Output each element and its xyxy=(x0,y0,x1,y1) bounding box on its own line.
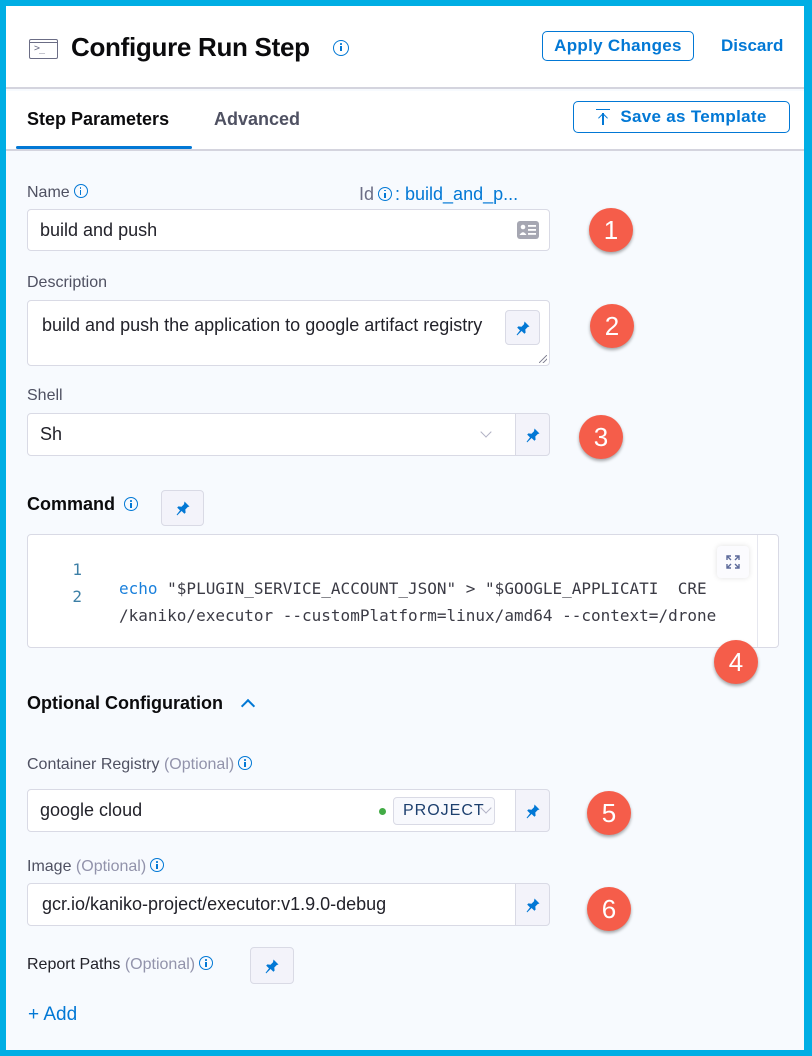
container-registry-info-icon[interactable] xyxy=(238,756,253,771)
expand-icon xyxy=(726,555,740,569)
command-label-row: Command xyxy=(27,494,139,515)
code-text: "$PLUGIN_SERVICE_ACCOUNT_JSON" > "$GOOGL… xyxy=(157,579,707,598)
active-tab-indicator xyxy=(16,146,192,149)
tab-step-parameters[interactable]: Step Parameters xyxy=(27,109,169,130)
container-registry-value: google cloud xyxy=(40,800,143,820)
command-code-editor[interactable]: 1 echo "$PLUGIN_SERVICE_ACCOUNT_JSON" > … xyxy=(27,534,779,648)
command-info-icon[interactable] xyxy=(124,497,139,512)
image-info-icon[interactable] xyxy=(150,858,165,873)
configure-run-step-panel: >_ Configure Run Step Apply Changes Disc… xyxy=(6,6,804,1050)
description-pin-button[interactable] xyxy=(505,310,540,345)
optional-hint: (Optional) xyxy=(124,956,196,973)
report-paths-info-icon[interactable] xyxy=(199,956,214,971)
report-paths-label-row: Report Paths (Optional) xyxy=(27,956,214,974)
shell-pin-button[interactable] xyxy=(515,413,550,456)
description-textarea[interactable]: build and push the application to google… xyxy=(27,300,550,366)
discard-button[interactable]: Discard xyxy=(721,36,783,56)
terminal-icon: >_ xyxy=(29,39,58,59)
shell-label: Shell xyxy=(27,387,63,404)
upload-icon xyxy=(596,109,611,125)
chevron-up-icon xyxy=(240,699,256,714)
id-row: Id : build_and_p... xyxy=(359,184,518,205)
add-report-path-link[interactable]: + Add xyxy=(28,1004,77,1026)
container-registry-pin-button[interactable] xyxy=(515,789,550,832)
line-number: 2 xyxy=(72,587,82,606)
image-value: gcr.io/kaniko-project/executor:v1.9.0-de… xyxy=(42,894,387,914)
image-pin-button[interactable] xyxy=(515,883,550,926)
image-label: Image xyxy=(27,858,72,875)
resize-handle[interactable] xyxy=(539,355,547,363)
tab-advanced[interactable]: Advanced xyxy=(214,109,300,130)
code-scrollbar[interactable] xyxy=(757,535,758,647)
container-registry-label: Container Registry xyxy=(27,756,160,773)
command-label: Command xyxy=(27,494,116,514)
id-card-icon[interactable] xyxy=(517,221,539,239)
name-label-row: Name xyxy=(27,184,88,202)
description-value: build and push the application to google… xyxy=(42,315,483,335)
code-text: /kaniko/executor --customPlatform=linux/… xyxy=(119,606,717,625)
image-input[interactable]: gcr.io/kaniko-project/executor:v1.9.0-de… xyxy=(27,883,516,926)
code-keyword: echo xyxy=(119,579,158,598)
id-label: Id xyxy=(359,184,375,204)
connector-status-dot xyxy=(379,808,386,815)
tab-bar: Step Parameters Advanced Save as Templat… xyxy=(6,91,804,151)
expand-editor-button[interactable] xyxy=(717,546,749,578)
id-value[interactable]: : build_and_p... xyxy=(395,184,518,204)
optional-config-label: Optional Configuration xyxy=(27,693,223,713)
code-line-1: 1 echo "$PLUGIN_SERVICE_ACCOUNT_JSON" > … xyxy=(28,541,706,598)
panel-header: >_ Configure Run Step Apply Changes Disc… xyxy=(6,6,804,89)
report-paths-label: Report Paths xyxy=(27,956,121,973)
optional-config-toggle[interactable]: Optional Configuration xyxy=(27,693,256,714)
id-info-icon[interactable] xyxy=(378,186,393,201)
annotation-badge-4: 4 xyxy=(714,640,758,684)
command-pin-button[interactable] xyxy=(161,490,204,526)
name-input-value: build and push xyxy=(40,219,158,240)
container-registry-select[interactable]: google cloud PROJECT xyxy=(27,789,516,832)
shell-select[interactable]: Sh xyxy=(27,413,516,456)
name-input[interactable]: build and push xyxy=(27,209,550,251)
optional-hint: (Optional) xyxy=(75,858,147,875)
terminal-glyph: >_ xyxy=(34,43,45,54)
container-registry-label-row: Container Registry (Optional) xyxy=(27,756,253,774)
pin-icon xyxy=(264,958,280,974)
save-as-template-button[interactable]: Save as Template xyxy=(573,101,790,133)
page-title: Configure Run Step xyxy=(71,32,310,62)
report-paths-pin-button[interactable] xyxy=(250,947,294,984)
annotation-badge-6: 6 xyxy=(587,887,631,931)
pin-icon xyxy=(525,803,541,819)
pin-icon xyxy=(525,427,541,443)
optional-hint: (Optional) xyxy=(163,756,235,773)
pin-icon xyxy=(175,500,191,516)
apply-changes-button[interactable]: Apply Changes xyxy=(542,31,694,61)
code-line-2: 2 /kaniko/executor --customPlatform=linu… xyxy=(28,568,716,625)
pin-icon xyxy=(525,897,541,913)
name-label: Name xyxy=(27,184,70,201)
annotation-badge-2: 2 xyxy=(590,304,634,348)
save-as-template-label: Save as Template xyxy=(620,107,767,126)
chevron-down-icon xyxy=(480,426,492,438)
shell-value: Sh xyxy=(40,424,63,444)
pin-icon xyxy=(515,320,531,336)
annotation-badge-3: 3 xyxy=(579,415,623,459)
annotation-badge-1: 1 xyxy=(589,208,633,252)
name-info-icon[interactable] xyxy=(73,184,88,199)
image-label-row: Image (Optional) xyxy=(27,858,165,876)
title-info-icon[interactable] xyxy=(333,40,349,56)
description-label: Description xyxy=(27,274,108,291)
scope-tag: PROJECT xyxy=(393,797,495,825)
annotation-badge-5: 5 xyxy=(587,791,631,835)
